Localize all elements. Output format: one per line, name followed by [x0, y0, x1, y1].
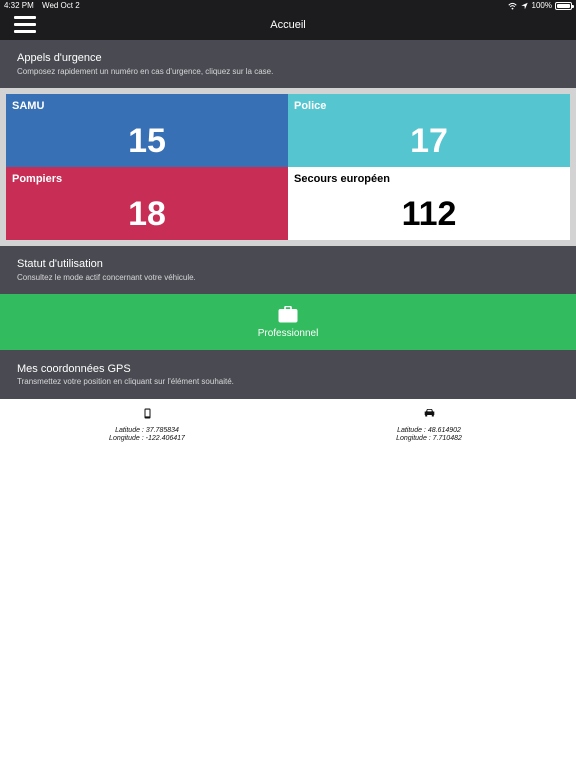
gps-longitude: Longitude : 7.710482 [396, 435, 462, 442]
usage-title: Statut d'utilisation [17, 258, 103, 270]
gps-section-header: Mes coordonnées GPS Transmettez votre po… [0, 350, 576, 399]
gps-latitude: Latitude : 37.785834 [115, 427, 179, 434]
briefcase-icon [278, 306, 298, 323]
status-date: Wed Oct 2 [42, 1, 80, 10]
gps-car-source[interactable]: Latitude : 48.614902 Longitude : 7.71048… [285, 408, 573, 443]
tile-pompiers[interactable]: Pompiers 18 [6, 167, 288, 240]
phone-icon [144, 408, 150, 419]
tile-number: 17 [410, 122, 448, 160]
usage-mode-button[interactable]: Professionnel [0, 294, 576, 350]
emergency-grid: SAMU 15 Police 17 Pompiers 18 Secours eu… [0, 88, 576, 246]
tile-number: 18 [128, 195, 166, 233]
status-bar-right: 100% [507, 1, 574, 11]
gps-longitude: Longitude : -122.406417 [109, 435, 185, 442]
battery-icon [555, 2, 574, 10]
gps-latitude: Latitude : 48.614902 [397, 427, 461, 434]
tile-number: 15 [128, 122, 166, 160]
emergency-title: Appels d'urgence [17, 52, 102, 64]
gps-title: Mes coordonnées GPS [17, 363, 131, 375]
usage-section-header: Statut d'utilisation Consultez le mode a… [0, 246, 576, 294]
tile-police[interactable]: Police 17 [288, 94, 570, 167]
car-icon [424, 409, 434, 417]
emergency-section-header: Appels d'urgence Composez rapidement un … [0, 40, 576, 88]
tile-name: Police [294, 100, 327, 112]
top-bar: 4:32 PM Wed Oct 2 100% Accueil [0, 0, 576, 40]
wifi-icon [507, 2, 517, 10]
status-time: 4:32 PM [4, 1, 34, 10]
status-bar-left: 4:32 PM Wed Oct 2 [4, 1, 86, 11]
gps-subtitle: Transmettez votre position en cliquant s… [17, 377, 234, 386]
usage-subtitle: Consultez le mode actif concernant votre… [17, 273, 196, 282]
battery-percent: 100% [531, 1, 552, 10]
page-title: Accueil [270, 19, 306, 31]
usage-mode-label: Professionnel [257, 328, 319, 339]
tile-secours-europeen[interactable]: Secours européen 112 [288, 167, 570, 240]
gps-phone-source[interactable]: Latitude : 37.785834 Longitude : -122.40… [3, 408, 291, 443]
tile-name: Pompiers [12, 173, 63, 185]
emergency-subtitle: Composez rapidement un numéro en cas d'u… [17, 67, 274, 76]
tile-name: Secours européen [294, 173, 390, 185]
tile-samu[interactable]: SAMU 15 [6, 94, 288, 167]
tile-name: SAMU [12, 100, 45, 112]
location-arrow-icon [520, 2, 528, 10]
tile-number: 112 [401, 195, 457, 233]
